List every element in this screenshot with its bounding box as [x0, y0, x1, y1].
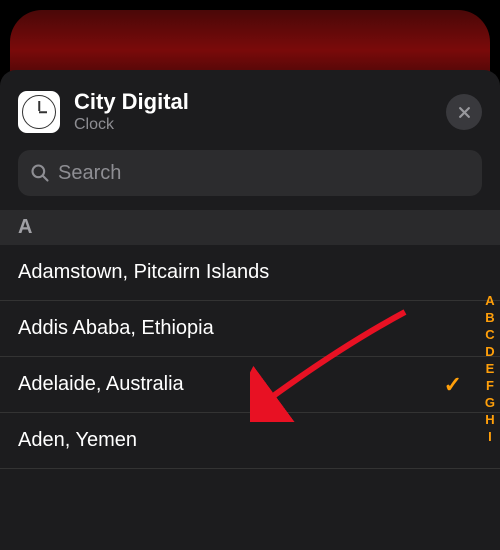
sheet-header: City Digital Clock — [0, 70, 500, 150]
index-letter[interactable]: H — [485, 411, 494, 428]
index-letter[interactable]: A — [485, 292, 494, 309]
index-letter[interactable]: B — [485, 309, 494, 326]
city-name: Adelaide, Australia — [18, 373, 184, 395]
section-header-a: A — [0, 210, 500, 245]
clock-app-icon — [18, 91, 60, 133]
close-button[interactable] — [446, 94, 482, 130]
city-picker-sheet: City Digital Clock A Adamstown, Pitcairn… — [0, 70, 500, 550]
search-container — [0, 150, 500, 210]
checkmark-icon: ✓ — [444, 372, 462, 398]
city-name: Addis Ababa, Ethiopia — [18, 317, 214, 339]
list-item[interactable]: Adamstown, Pitcairn Islands — [0, 245, 500, 301]
list-item[interactable]: Addis Ababa, Ethiopia — [0, 301, 500, 357]
sheet-subtitle: Clock — [74, 116, 446, 134]
index-letter[interactable]: F — [486, 377, 494, 394]
header-titles: City Digital Clock — [74, 90, 446, 134]
list-item[interactable]: Adelaide, Australia ✓ — [0, 357, 500, 413]
index-letter[interactable]: C — [485, 326, 494, 343]
index-letter[interactable]: I — [488, 428, 492, 445]
list-item[interactable]: Aden, Yemen — [0, 413, 500, 469]
city-name: Aden, Yemen — [18, 429, 137, 451]
index-letter[interactable]: G — [485, 394, 495, 411]
index-letter[interactable]: D — [485, 343, 494, 360]
search-input[interactable] — [58, 162, 470, 185]
search-icon — [30, 163, 50, 183]
close-icon — [457, 105, 472, 120]
alphabet-index[interactable]: A B C D E F G H I — [485, 292, 495, 445]
city-name: Adamstown, Pitcairn Islands — [18, 261, 269, 283]
city-list: Adamstown, Pitcairn Islands Addis Ababa,… — [0, 245, 500, 469]
clock-face-icon — [22, 95, 56, 129]
sheet-title: City Digital — [74, 90, 446, 114]
index-letter[interactable]: E — [486, 360, 495, 377]
search-field[interactable] — [18, 150, 482, 196]
